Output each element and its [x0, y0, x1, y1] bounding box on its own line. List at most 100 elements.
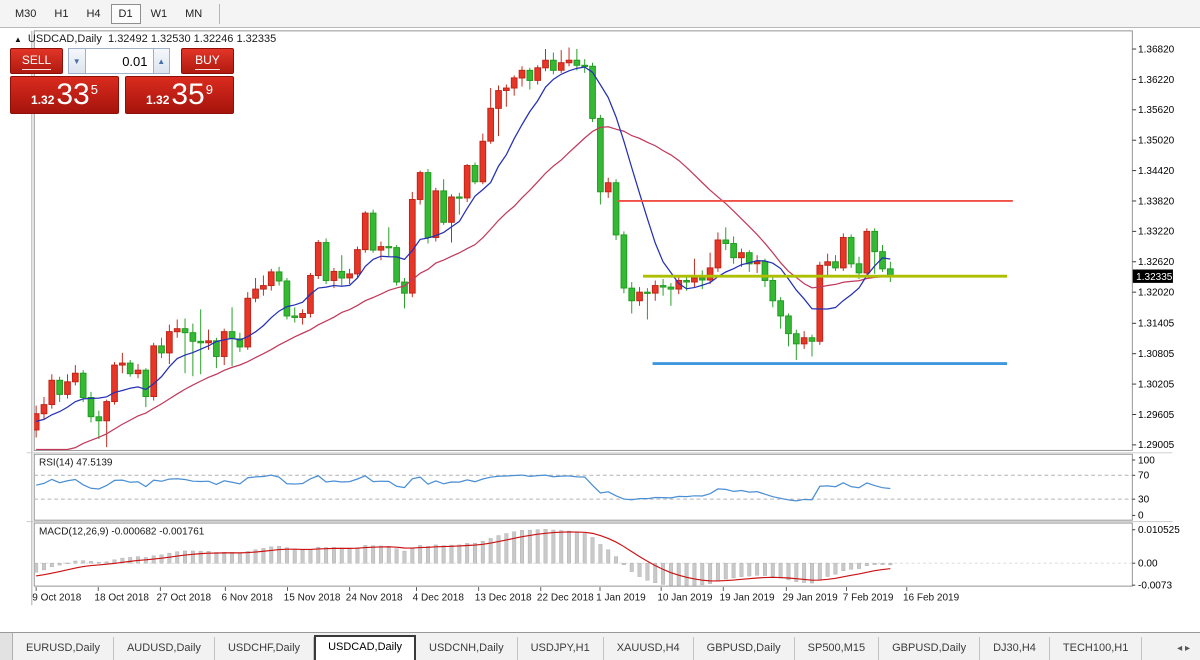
candle-body: [668, 287, 674, 289]
chart-tab-xauusd-h4[interactable]: XAUUSD,H4: [604, 637, 694, 660]
volume-input[interactable]: [86, 48, 153, 74]
candle-body: [770, 280, 776, 300]
buy-price-base: 1.32: [146, 93, 169, 107]
sell-button[interactable]: SELL: [10, 48, 63, 74]
candle-body: [762, 262, 768, 281]
buy-price-box[interactable]: 1.32 35 9: [125, 76, 234, 114]
macd-histogram-bar: [575, 532, 578, 563]
candle-body: [801, 338, 807, 344]
macd-histogram-bar: [183, 551, 186, 563]
macd-histogram-bar: [842, 563, 845, 571]
candle-body: [198, 341, 204, 343]
x-axis-label: 6 Nov 2018: [222, 592, 274, 603]
candle-body: [41, 405, 47, 414]
price-chart[interactable]: 1.368201.362201.356201.350201.344201.338…: [0, 28, 1200, 632]
x-axis-label: 4 Dec 2018: [413, 592, 465, 603]
macd-histogram-bar: [395, 549, 398, 564]
candle-body: [723, 240, 729, 244]
timeframe-button-mn[interactable]: MN: [177, 4, 210, 24]
timeframe-button-h1[interactable]: H1: [46, 4, 76, 24]
volume-increase-button[interactable]: ▲: [153, 48, 170, 74]
x-axis-label: 15 Nov 2018: [284, 592, 341, 603]
candle-body: [315, 243, 321, 276]
macd-histogram-bar: [544, 529, 547, 563]
candle-body: [809, 338, 815, 342]
candle-body: [613, 183, 619, 235]
x-axis-label: 29 Jan 2019: [783, 592, 839, 603]
sell-price-box[interactable]: 1.32 33 5: [10, 76, 119, 114]
y-axis-label: 1.33220: [1138, 227, 1175, 238]
candle-body: [417, 173, 423, 200]
symbol-tab-bar: EURUSD,DailyAUDUSD,DailyUSDCHF,DailyUSDC…: [0, 632, 1200, 660]
volume-decrease-button[interactable]: ▼: [68, 48, 85, 74]
tabbar-corner: [0, 633, 13, 660]
buy-button-label: BUY: [195, 53, 220, 70]
y-axis-label: 1.31405: [1138, 319, 1175, 330]
candle-body: [464, 166, 470, 198]
buy-price-big: 35: [171, 80, 204, 110]
candle-body: [261, 286, 267, 290]
candle-body: [825, 262, 831, 266]
candle-body: [566, 60, 572, 63]
tab-scroll-arrows[interactable]: ◂ ▸: [1167, 637, 1200, 660]
macd-histogram-bar: [701, 563, 704, 585]
timeframe-button-h4[interactable]: H4: [78, 4, 108, 24]
chart-tab-gbpusd-daily[interactable]: GBPUSD,Daily: [694, 637, 795, 660]
macd-histogram-bar: [332, 548, 335, 564]
macd-histogram-bar: [191, 551, 194, 563]
timeframe-button-d1[interactable]: D1: [111, 4, 141, 24]
candle-body: [229, 332, 235, 339]
chart-tab-usdcnh-daily[interactable]: USDCNH,Daily: [416, 637, 518, 660]
chart-tab-audusd-daily[interactable]: AUDUSD,Daily: [114, 637, 215, 660]
candle-body: [621, 235, 627, 288]
macd-histogram-bar: [50, 563, 53, 567]
candle-body: [135, 370, 141, 374]
chart-tab-usdcad-daily-active[interactable]: USDCAD,Daily: [314, 635, 416, 660]
rsi-axis-label: 70: [1138, 471, 1150, 482]
macd-histogram-bar: [301, 550, 304, 563]
buy-button[interactable]: BUY: [181, 48, 234, 74]
macd-histogram-bar: [89, 561, 92, 563]
timeframe-button-m30[interactable]: M30: [7, 4, 44, 24]
candle-body: [119, 363, 125, 365]
collapse-panel-icon[interactable]: ▲: [14, 35, 22, 44]
candle-body: [574, 60, 580, 65]
chart-tab-usdchf-daily[interactable]: USDCHF,Daily: [215, 637, 314, 660]
macd-histogram-bar: [450, 545, 453, 563]
macd-histogram-bar: [105, 562, 108, 563]
chart-tab-gbpusd-daily[interactable]: GBPUSD,Daily: [879, 637, 980, 660]
y-axis-label: 1.32020: [1138, 287, 1175, 298]
rsi-indicator-label: RSI(14) 47.5139: [39, 458, 113, 469]
macd-histogram-bar: [458, 545, 461, 563]
macd-histogram-bar: [411, 549, 414, 564]
macd-histogram-bar: [716, 563, 719, 581]
chart-tab-usdjpy-h1[interactable]: USDJPY,H1: [518, 637, 604, 660]
macd-histogram-bar: [215, 552, 218, 563]
chart-tab-sp500-m15[interactable]: SP500,M15: [795, 637, 879, 660]
candle-body: [503, 88, 509, 90]
candle-body: [550, 60, 556, 70]
candle-body: [253, 289, 259, 298]
chart-title: ▲USDCAD,Daily 1.32492 1.32530 1.32246 1.…: [14, 33, 276, 45]
macd-axis-label: -0.0073: [1138, 581, 1172, 592]
y-axis-label: 1.30205: [1138, 379, 1175, 390]
candle-body: [472, 166, 478, 182]
candle-body: [276, 272, 282, 281]
timeframe-button-w1[interactable]: W1: [143, 4, 176, 24]
candle-body: [378, 247, 384, 251]
macd-histogram-bar: [849, 563, 852, 569]
current-price-badge-label: 1.32335: [1136, 272, 1173, 283]
macd-histogram-bar: [669, 563, 672, 585]
macd-histogram-bar: [293, 549, 296, 563]
macd-histogram-bar: [559, 531, 562, 564]
macd-histogram-bar: [865, 563, 868, 566]
sell-price-sup: 5: [91, 82, 98, 97]
candle-body: [355, 250, 361, 274]
macd-histogram-bar: [505, 534, 508, 564]
chart-tab-dj30-h4[interactable]: DJ30,H4: [980, 637, 1050, 660]
chart-tab-tech100-h1[interactable]: TECH100,H1: [1050, 637, 1142, 660]
candle-body: [300, 313, 306, 317]
macd-histogram-bar: [567, 531, 570, 563]
chart-tab-eurusd-daily[interactable]: EURUSD,Daily: [13, 637, 114, 660]
macd-indicator-label: MACD(12,26,9) -0.000682 -0.001761: [39, 527, 205, 538]
